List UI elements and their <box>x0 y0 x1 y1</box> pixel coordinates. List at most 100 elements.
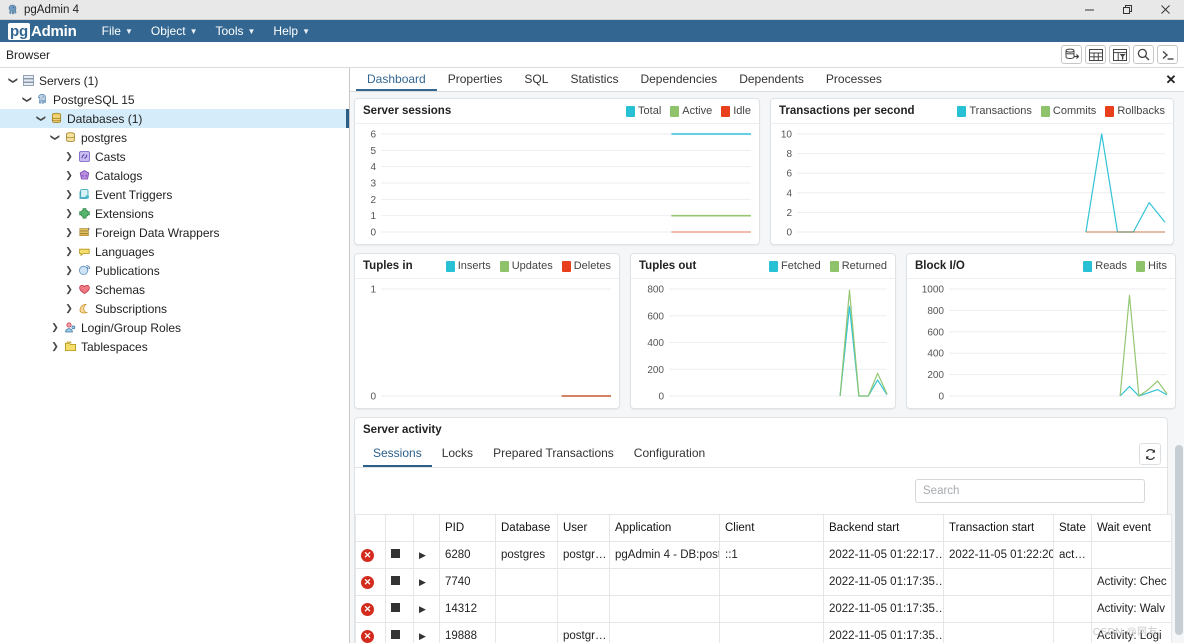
tree-item-schemas[interactable]: ❯ Schemas <box>0 280 349 299</box>
tree-item-postgresql-15[interactable]: ❯ PostgreSQL 15 <box>0 90 349 109</box>
table-row[interactable]: ✕ ▶ 7740 2022-11-05 01:17:35… Activity: Chec <box>355 568 1172 596</box>
menu-object[interactable]: Object ▼ <box>142 20 207 42</box>
tab-dashboard[interactable]: Dashboard <box>356 68 437 91</box>
chevron-down-icon[interactable]: ❯ <box>50 131 61 145</box>
chevron-right-icon[interactable]: ❯ <box>62 151 76 162</box>
legend-item-transactions[interactable]: Transactions <box>957 105 1032 117</box>
legend-tuples-in: Inserts Updates Deletes <box>445 260 611 272</box>
menu-file[interactable]: File ▼ <box>93 20 142 42</box>
tree-item-tablespaces[interactable]: ❯ Tablespaces <box>0 337 349 356</box>
tree-item-casts[interactable]: ❯ Casts <box>0 147 349 166</box>
legend-item-updates[interactable]: Updates <box>499 260 553 272</box>
chevron-down-icon[interactable]: ❯ <box>8 74 19 88</box>
legend-item-hits[interactable]: Hits <box>1136 260 1167 272</box>
tab-sessions[interactable]: Sessions <box>363 441 432 467</box>
legend-item-returned[interactable]: Returned <box>829 260 887 272</box>
column-header-wait-event[interactable]: Wait event <box>1091 514 1172 542</box>
column-header-application[interactable]: Application <box>609 514 720 542</box>
chevron-right-icon[interactable]: ❯ <box>48 341 62 352</box>
chevron-down-icon[interactable]: ❯ <box>22 93 33 107</box>
tree-item-publications[interactable]: ❯ Publications <box>0 261 349 280</box>
legend-item-active[interactable]: Active <box>670 105 712 117</box>
search-input[interactable] <box>915 479 1145 503</box>
chevron-right-icon[interactable]: ❯ <box>62 170 76 181</box>
terminate-session-button[interactable] <box>385 568 414 596</box>
tab-sql[interactable]: SQL <box>513 68 559 91</box>
chevron-right-icon[interactable]: ❯ <box>62 246 76 257</box>
tree-item-servers-1[interactable]: ❯ Servers (1) <box>0 71 349 90</box>
table-row[interactable]: ✕ ▶ 6280postgrespostgr…pgAdmin 4 - DB:post… <box>355 541 1172 569</box>
chevron-right-icon[interactable]: ❯ <box>62 189 76 200</box>
terminal-icon[interactable] <box>1157 45 1178 64</box>
search-icon[interactable] <box>1133 45 1154 64</box>
chevron-right-icon[interactable]: ❯ <box>62 303 76 314</box>
expand-row-button[interactable]: ▶ <box>413 622 440 643</box>
tab-statistics[interactable]: Statistics <box>559 68 629 91</box>
legend-item-rollbacks[interactable]: Rollbacks <box>1105 105 1165 117</box>
tab-locks[interactable]: Locks <box>432 441 483 467</box>
table-header-row: PID Database User Application Client Backend … <box>355 514 1172 542</box>
expand-row-button[interactable]: ▶ <box>413 568 440 596</box>
tab-processes[interactable]: Processes <box>815 68 893 91</box>
filter-table-icon[interactable] <box>1109 45 1130 64</box>
column-header-backend-start[interactable]: Backend start <box>823 514 944 542</box>
column-header-state[interactable]: State <box>1053 514 1092 542</box>
tree-item-event-triggers[interactable]: ❯ Event Triggers <box>0 185 349 204</box>
close-button[interactable] <box>1146 0 1184 19</box>
cancel-query-button[interactable]: ✕ <box>355 568 386 596</box>
legend-item-idle[interactable]: Idle <box>721 105 751 117</box>
restore-button[interactable] <box>1108 0 1146 19</box>
vertical-scrollbar[interactable] <box>1175 70 1183 640</box>
chevron-right-icon[interactable]: ❯ <box>48 322 62 333</box>
legend-item-commits[interactable]: Commits <box>1040 105 1096 117</box>
legend-item-inserts[interactable]: Inserts <box>445 260 491 272</box>
expand-row-button[interactable]: ▶ <box>413 541 440 569</box>
tree-item-login-group-roles[interactable]: ❯ Login/Group Roles <box>0 318 349 337</box>
chevron-right-icon[interactable]: ❯ <box>62 284 76 295</box>
chevron-right-icon[interactable]: ❯ <box>62 227 76 238</box>
menu-help[interactable]: Help ▼ <box>264 20 319 42</box>
chevron-down-icon[interactable]: ❯ <box>36 112 47 126</box>
terminate-session-button[interactable] <box>385 541 414 569</box>
cell-user: postgr… <box>557 541 610 569</box>
tab-configuration[interactable]: Configuration <box>624 441 715 467</box>
menu-tools[interactable]: Tools ▼ <box>206 20 264 42</box>
tab-prepared-transactions[interactable]: Prepared Transactions <box>483 441 624 467</box>
tree-item-label: Schemas <box>95 282 146 297</box>
tree-item-databases-1[interactable]: ❯ Databases (1) <box>0 109 349 128</box>
tab-properties[interactable]: Properties <box>437 68 514 91</box>
cancel-query-button[interactable]: ✕ <box>355 595 386 623</box>
expand-row-button[interactable]: ▶ <box>413 595 440 623</box>
minimize-button[interactable] <box>1070 0 1108 19</box>
column-header-user[interactable]: User <box>557 514 610 542</box>
chevron-down-icon: ▼ <box>124 26 133 36</box>
legend-item-reads[interactable]: Reads <box>1083 260 1127 272</box>
tab-dependents[interactable]: Dependents <box>728 68 815 91</box>
column-header-client[interactable]: Client <box>719 514 824 542</box>
table-grid-icon[interactable] <box>1085 45 1106 64</box>
tree-item-languages[interactable]: ❯ Languages <box>0 242 349 261</box>
table-row[interactable]: ✕ ▶ 14312 2022-11-05 01:17:35… Activity: Wal… <box>355 595 1172 623</box>
tree-item-postgres[interactable]: ❯ postgres <box>0 128 349 147</box>
cancel-query-button[interactable]: ✕ <box>355 541 386 569</box>
legend-item-total[interactable]: Total <box>626 105 661 117</box>
tree-item-extensions[interactable]: ❯ Extensions <box>0 204 349 223</box>
chevron-right-icon[interactable]: ❯ <box>62 208 76 219</box>
tree-item-catalogs[interactable]: ❯ Catalogs <box>0 166 349 185</box>
legend-item-deletes[interactable]: Deletes <box>561 260 611 272</box>
tree-item-subscriptions[interactable]: ❯ Subscriptions <box>0 299 349 318</box>
table-row[interactable]: ✕ ▶ 19888 postgr… 2022-11-05 01:17:35… Activi… <box>355 622 1172 643</box>
refresh-icon[interactable] <box>1139 443 1161 465</box>
object-add-icon[interactable] <box>1061 45 1082 64</box>
postgres-elephant-icon <box>34 93 51 106</box>
terminate-session-button[interactable] <box>385 595 414 623</box>
column-header-transaction-start[interactable]: Transaction start <box>943 514 1054 542</box>
column-header-pid[interactable]: PID <box>439 514 496 542</box>
column-header-database[interactable]: Database <box>495 514 558 542</box>
tab-dependencies[interactable]: Dependencies <box>629 68 728 91</box>
chevron-right-icon[interactable]: ❯ <box>62 265 76 276</box>
legend-item-fetched[interactable]: Fetched <box>768 260 821 272</box>
cancel-query-button[interactable]: ✕ <box>355 622 386 643</box>
tree-item-foreign-data-wrappers[interactable]: ❯ Foreign Data Wrappers <box>0 223 349 242</box>
terminate-session-button[interactable] <box>385 622 414 643</box>
